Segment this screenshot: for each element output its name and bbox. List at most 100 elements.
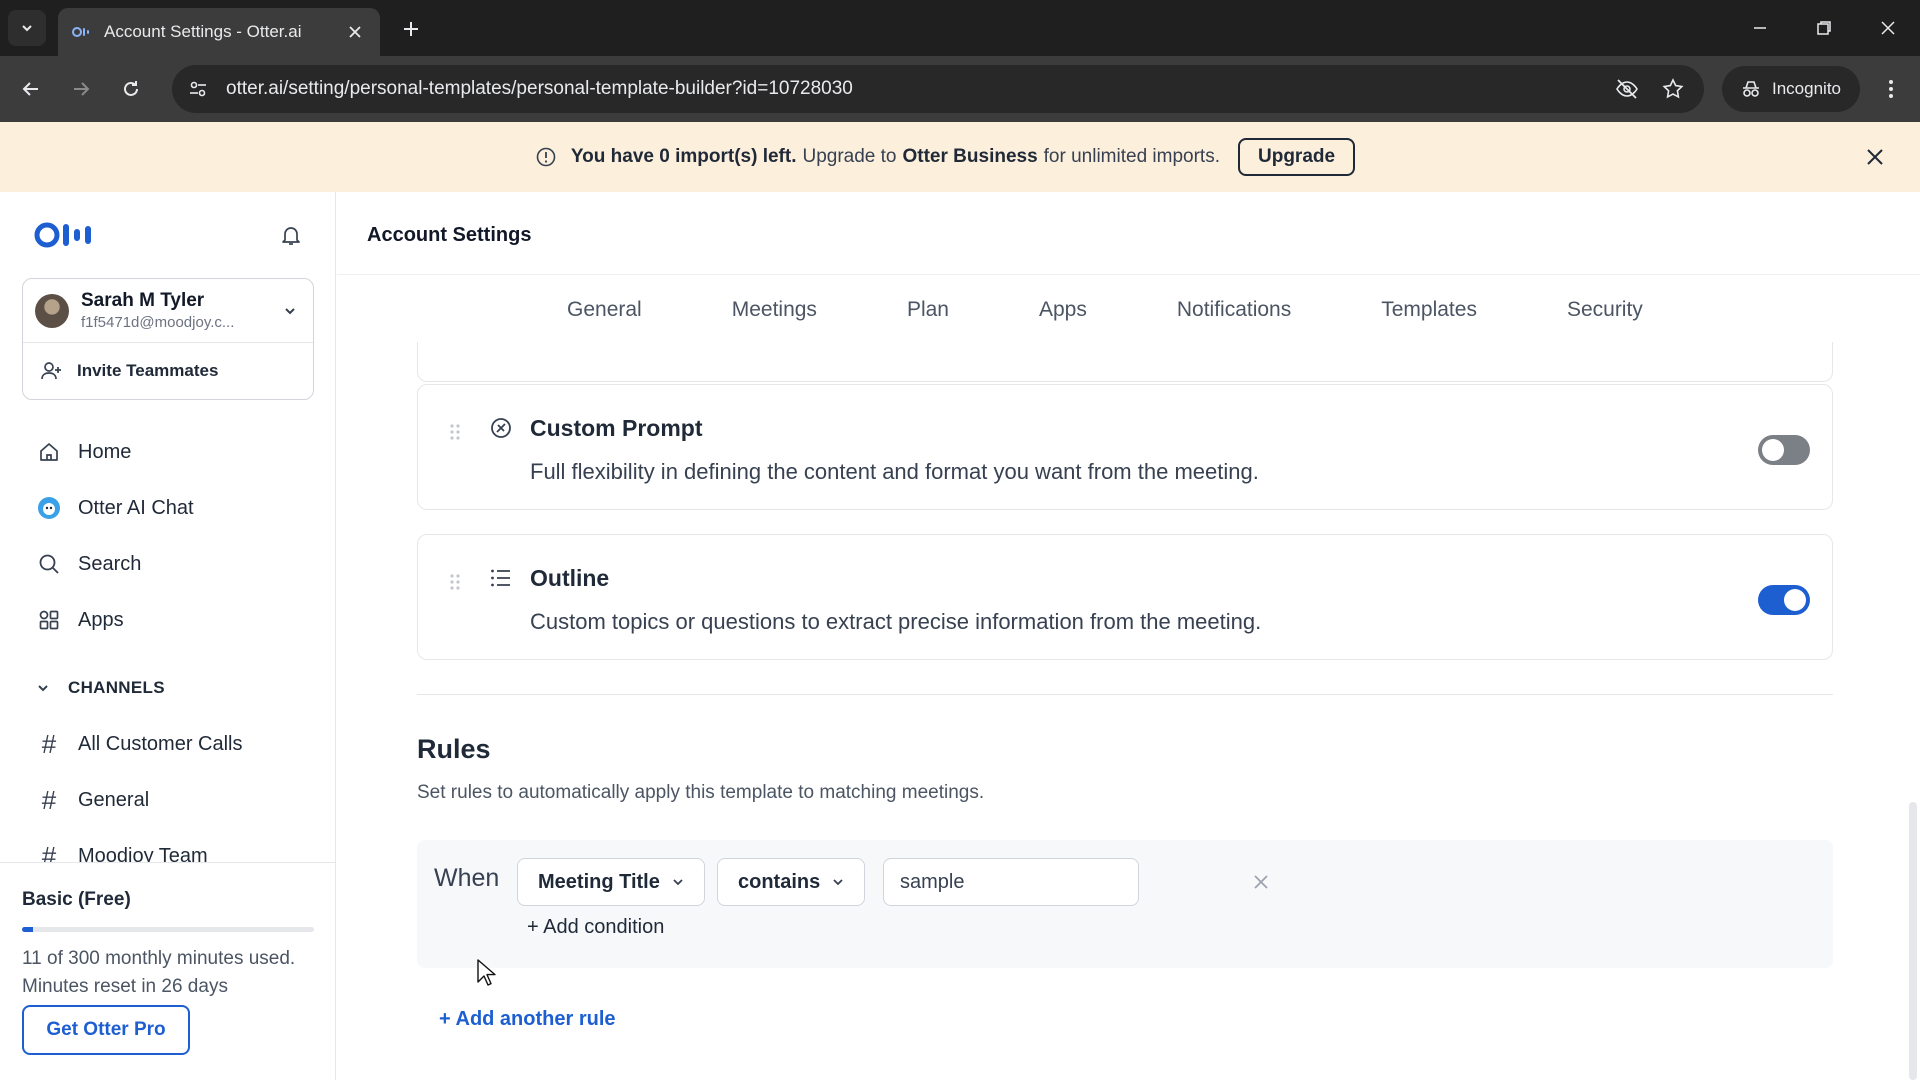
minimize-window-button[interactable] — [1740, 12, 1780, 44]
rule-operator-select[interactable]: contains — [717, 858, 866, 906]
channels-toggle[interactable]: CHANNELS — [36, 678, 165, 698]
rule-field-select[interactable]: Meeting Title — [517, 858, 705, 906]
channel-item[interactable]: # All Customer Calls — [22, 716, 314, 772]
feature-title: Outline — [530, 565, 610, 591]
reload-icon — [124, 81, 138, 96]
browser-tabstrip: Account Settings - Otter.ai — [0, 0, 1920, 56]
channel-item[interactable]: # General — [22, 772, 314, 828]
close-window-button[interactable] — [1868, 12, 1908, 44]
when-label: When — [434, 864, 500, 892]
drag-handle-icon[interactable] — [448, 423, 462, 441]
arrow-left-icon — [22, 82, 38, 96]
browser-tab[interactable]: Account Settings - Otter.ai — [58, 8, 380, 56]
site-info-icon[interactable] — [184, 75, 212, 103]
invite-label: Invite Teammates — [77, 361, 219, 380]
banner-text-before: Upgrade to — [802, 146, 897, 167]
custom-prompt-icon — [488, 415, 514, 441]
otter-logo[interactable] — [34, 222, 100, 248]
upgrade-button[interactable]: Upgrade — [1238, 138, 1356, 176]
tab-meetings[interactable]: Meetings — [732, 298, 817, 322]
sidebar-item-home[interactable]: Home — [22, 424, 314, 480]
invite-teammates-button[interactable]: Invite Teammates — [23, 343, 313, 399]
banner-close-button[interactable] — [1862, 144, 1888, 170]
tab-templates[interactable]: Templates — [1381, 298, 1477, 322]
tab-notifications[interactable]: Notifications — [1177, 298, 1291, 322]
incognito-badge[interactable]: Incognito — [1722, 66, 1860, 112]
more-vertical-icon — [1889, 80, 1893, 98]
browser-menu-button[interactable] — [1876, 74, 1906, 104]
drag-handle-icon[interactable] — [448, 573, 462, 591]
bell-icon — [282, 227, 300, 245]
sidebar-item-otter-ai-chat[interactable]: Otter AI Chat — [22, 480, 314, 536]
close-icon — [1867, 149, 1883, 165]
close-icon — [1881, 21, 1895, 35]
sidebar-item-label: Home — [78, 440, 132, 463]
channel-list: # All Customer Calls # General # Moodjoy… — [22, 716, 314, 884]
reload-button[interactable] — [116, 74, 146, 104]
rules-title: Rules — [417, 734, 491, 764]
scrollbar[interactable] — [1909, 802, 1917, 1080]
back-button[interactable] — [16, 74, 46, 104]
sidebar-item-search[interactable]: Search — [22, 536, 314, 592]
plan-usage: 11 of 300 monthly minutes used. Minutes … — [22, 945, 295, 1001]
remove-condition-button[interactable] — [1249, 870, 1273, 894]
user-card: Sarah M Tyler f1f5471d@moodjoy.c... Invi… — [22, 278, 314, 400]
restore-icon — [1817, 21, 1831, 35]
incognito-icon — [1743, 81, 1759, 97]
settings-tabs: General Meetings Plan Apps Notifications… — [567, 298, 1643, 322]
import-limit-banner: You have 0 import(s) left. Upgrade to Ot… — [0, 122, 1920, 192]
home-icon — [36, 439, 62, 465]
rule-value-input[interactable] — [883, 858, 1139, 906]
rule-operator-value: contains — [738, 870, 821, 893]
main-content: Account Settings General Meetings Plan A… — [337, 192, 1920, 1080]
banner-brand: Otter Business — [902, 146, 1038, 167]
channels-heading: CHANNELS — [68, 678, 165, 697]
add-condition-button[interactable]: + Add condition — [527, 916, 664, 939]
add-user-icon — [41, 362, 61, 380]
channel-label: General — [78, 788, 150, 811]
previous-feature-card — [417, 342, 1833, 382]
sidebar-item-apps[interactable]: Apps — [22, 592, 314, 648]
chevron-down-icon — [833, 879, 843, 886]
sidebar: Sarah M Tyler f1f5471d@moodjoy.c... Invi… — [0, 192, 336, 1080]
restore-window-button[interactable] — [1804, 12, 1844, 44]
chevron-down-icon — [673, 879, 683, 886]
tab-security[interactable]: Security — [1567, 298, 1643, 322]
apps-icon — [36, 607, 62, 633]
divider — [417, 694, 1833, 695]
tab-search-button[interactable] — [8, 10, 46, 46]
user-menu-button[interactable]: Sarah M Tyler f1f5471d@moodjoy.c... — [23, 279, 313, 343]
outline-toggle[interactable] — [1758, 585, 1810, 615]
get-otter-pro-button[interactable]: Get Otter Pro — [22, 1005, 190, 1055]
toggle-knob — [1762, 439, 1784, 461]
notifications-button[interactable] — [276, 220, 306, 250]
rule-box: When Meeting Title contains + Add condit… — [417, 840, 1833, 968]
star-icon[interactable] — [1658, 74, 1688, 104]
forward-button[interactable] — [66, 74, 96, 104]
address-bar[interactable]: otter.ai/setting/personal-templates/pers… — [172, 65, 1704, 113]
plus-icon — [404, 22, 418, 36]
hash-icon: # — [41, 728, 57, 759]
custom-prompt-toggle[interactable] — [1758, 435, 1810, 465]
address-url: otter.ai/setting/personal-templates/pers… — [226, 78, 853, 99]
tab-general[interactable]: General — [567, 298, 642, 322]
rules-description: Set rules to automatically apply this te… — [417, 782, 985, 803]
eye-off-icon[interactable] — [1612, 74, 1642, 104]
plan-reset-line: Minutes reset in 26 days — [22, 976, 228, 997]
sidebar-item-label: Otter AI Chat — [78, 496, 194, 519]
feature-card-outline: Outline Custom topics or questions to ex… — [417, 534, 1833, 660]
chevron-down-icon — [22, 25, 32, 32]
tab-apps[interactable]: Apps — [1039, 298, 1087, 322]
divider — [337, 274, 1920, 275]
info-icon — [536, 147, 556, 167]
tab-close-button[interactable] — [344, 21, 366, 43]
rule-field-value: Meeting Title — [538, 870, 660, 893]
plan-name: Basic (Free) — [22, 889, 131, 910]
tab-title: Account Settings - Otter.ai — [104, 22, 302, 41]
new-tab-button[interactable] — [396, 14, 426, 44]
arrow-right-icon — [74, 82, 90, 96]
chevron-down-icon — [38, 685, 48, 692]
add-another-rule-button[interactable]: + Add another rule — [439, 1008, 616, 1031]
hash-icon: # — [41, 784, 57, 815]
tab-plan[interactable]: Plan — [907, 298, 949, 322]
